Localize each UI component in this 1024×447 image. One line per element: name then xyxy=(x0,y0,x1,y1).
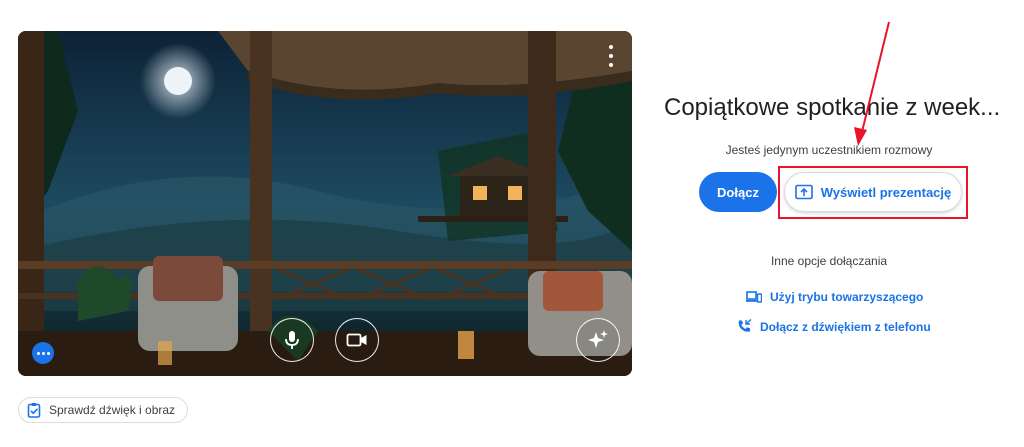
participants-status: Jesteś jedynym uczestnikiem rozmowy xyxy=(725,143,933,157)
background-scene-image xyxy=(18,31,632,376)
video-camera-icon xyxy=(346,333,367,347)
check-audio-video-button[interactable]: Sprawdź dźwięk i obraz xyxy=(18,397,189,423)
join-by-phone-label: Dołącz z dźwiękiem z telefonu xyxy=(760,319,931,334)
more-horiz-icon[interactable] xyxy=(32,342,54,364)
companion-mode-label: Użyj trybu towarzyszącego xyxy=(770,290,924,304)
meeting-title: Copiątkowe spotkanie z week... xyxy=(664,94,1001,121)
check-audio-video-label: Sprawdź dźwięk i obraz xyxy=(49,403,176,417)
phone-forwarded-icon xyxy=(738,319,752,332)
more-options-icon[interactable] xyxy=(606,45,616,67)
annotation-highlight-box xyxy=(778,166,968,219)
join-button[interactable]: Dołącz xyxy=(699,172,777,212)
microphone-icon xyxy=(285,331,299,349)
camera-preview xyxy=(18,31,632,376)
companion-mode-link[interactable]: Użyj trybu towarzyszącego xyxy=(746,290,923,304)
join-by-phone-link[interactable]: Dołącz z dźwiękiem z telefonu xyxy=(737,319,931,334)
visual-effects-button[interactable] xyxy=(576,318,620,362)
join-button-label: Dołącz xyxy=(717,184,759,200)
clipboard-check-icon xyxy=(27,403,41,418)
microphone-toggle-button[interactable] xyxy=(270,318,314,362)
camera-toggle-button[interactable] xyxy=(335,318,379,362)
sparkle-effects-icon xyxy=(588,330,608,348)
other-options-heading: Inne opcje dołączania xyxy=(770,254,888,268)
devices-icon xyxy=(746,291,762,303)
